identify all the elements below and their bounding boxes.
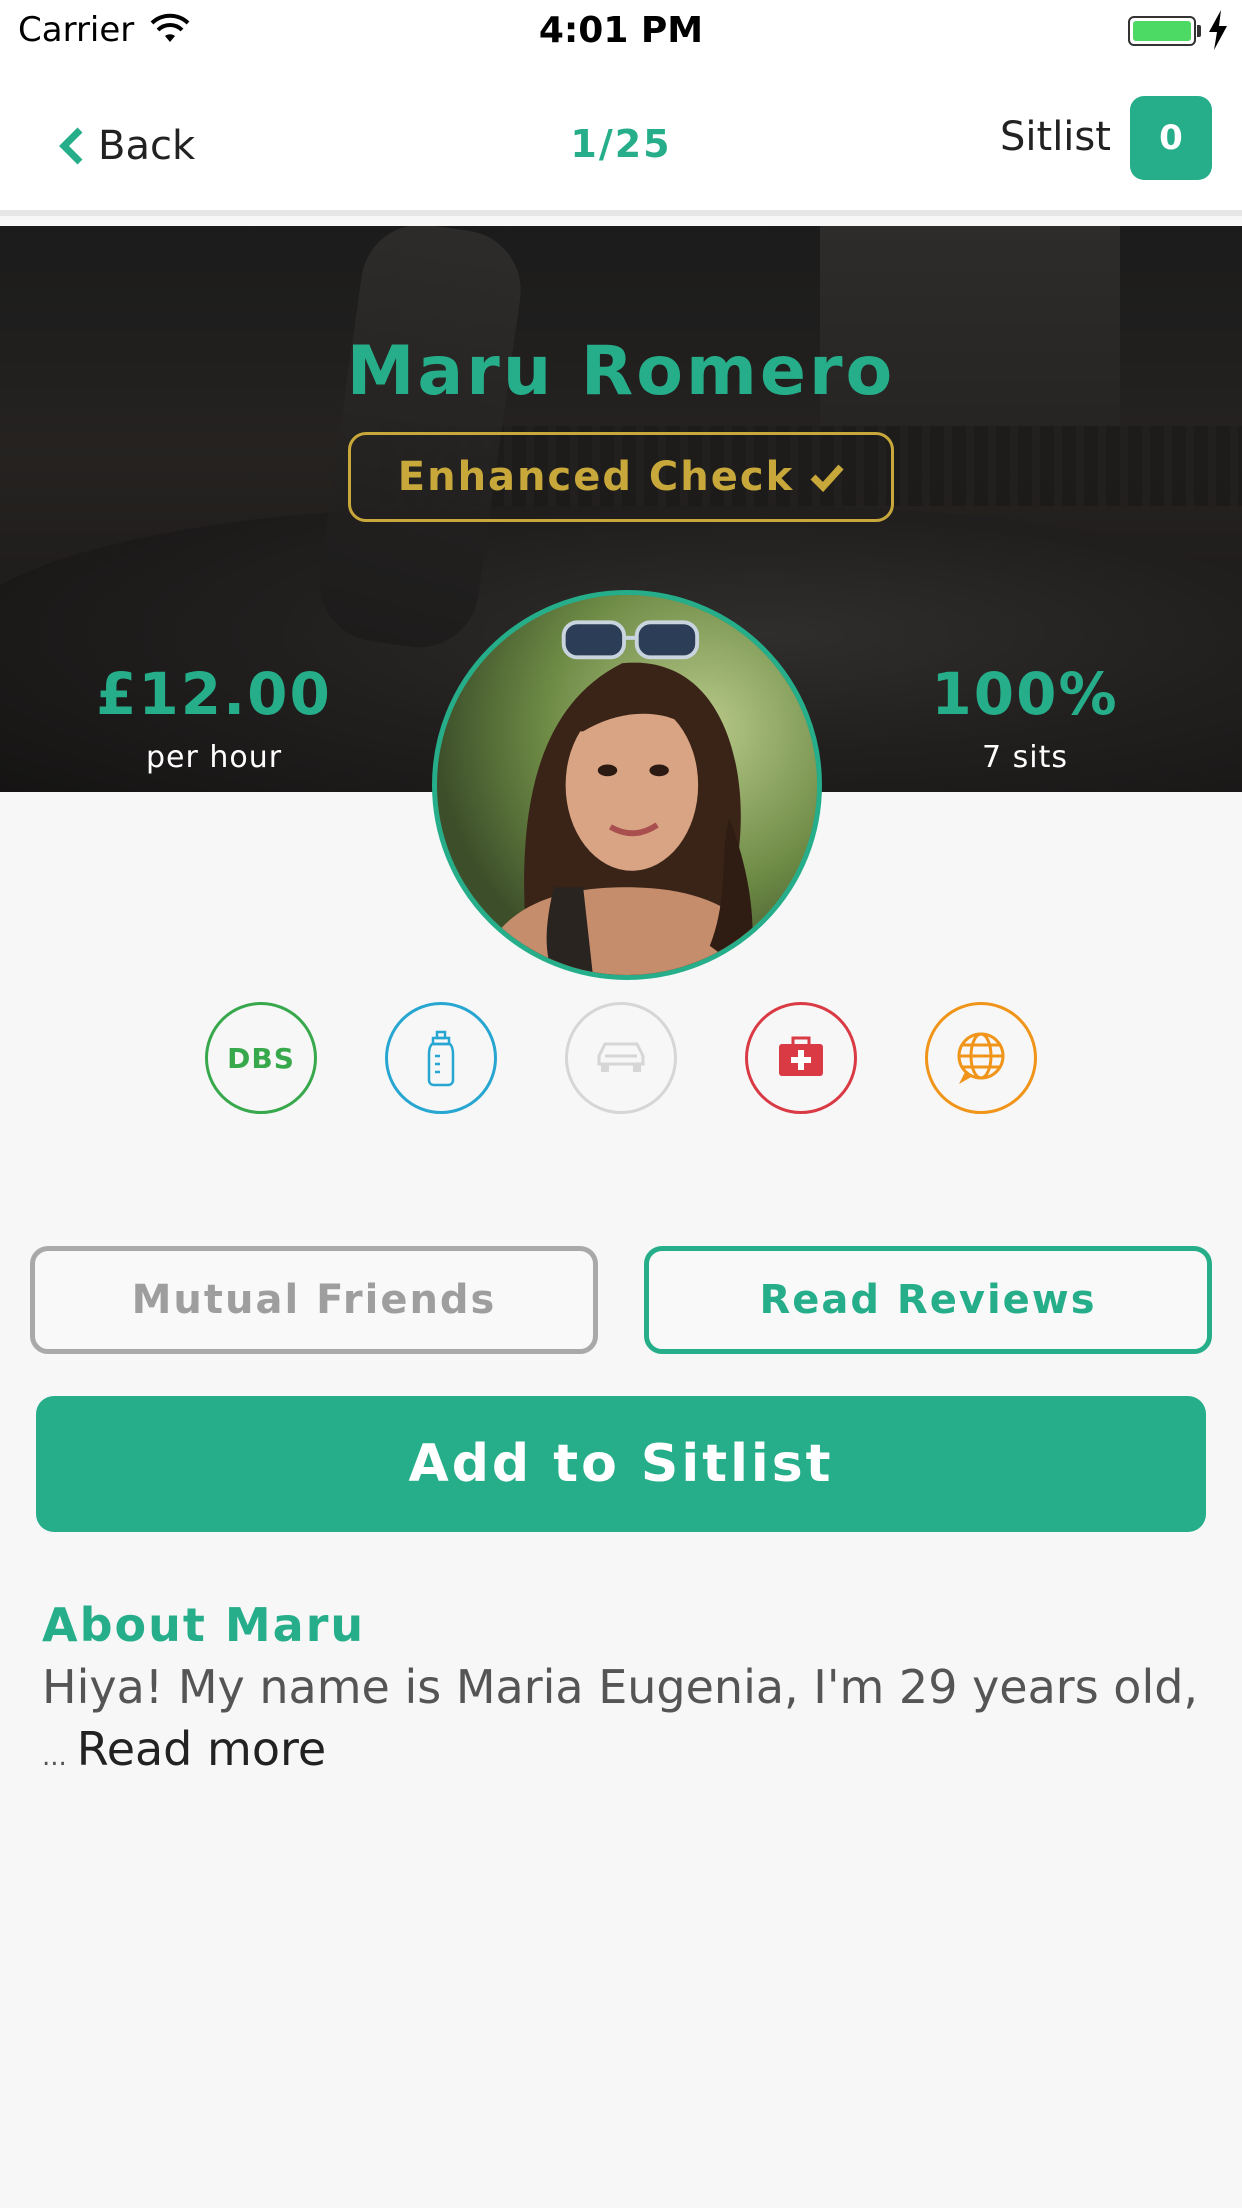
about-ellipsis: ... (42, 1742, 67, 1772)
sitter-name: Maru Romero (346, 332, 896, 411)
avatar-photo (437, 595, 817, 975)
battery-icon (1128, 16, 1196, 46)
read-more-link[interactable]: Read more (77, 1722, 326, 1776)
baby-bottle-icon (427, 1030, 455, 1087)
checkmark-icon (810, 464, 844, 492)
navigation-bar: Back 1/25 Sitlist 0 (0, 60, 1242, 216)
dbs-icon: DBS (227, 1041, 295, 1075)
add-to-sitlist-button[interactable]: Add to Sitlist (36, 1396, 1206, 1532)
enhanced-check-label: Enhanced Check (397, 454, 795, 500)
status-bar: Carrier 4:01 PM (0, 0, 1242, 60)
language-globe-icon (957, 1032, 1005, 1084)
read-reviews-button[interactable]: Read Reviews (644, 1246, 1212, 1354)
sitter-avatar (432, 590, 822, 980)
baby-bottle-badge[interactable] (385, 1002, 497, 1114)
about-read-more-row: ... Read more (42, 1718, 326, 1788)
about-text: Hiya! My name is Maria Eugenia, I'm 29 y… (42, 1660, 1199, 1714)
clock: 4:01 PM (538, 10, 704, 51)
first-aid-kit-icon (779, 1036, 823, 1076)
about-heading: About Maru (42, 1598, 366, 1652)
dbs-badge[interactable]: DBS (205, 1002, 317, 1114)
language-badge[interactable] (925, 1002, 1037, 1114)
sitlist-count-badge[interactable]: 0 (1130, 96, 1212, 180)
hourly-rate: £12.00 (96, 660, 332, 728)
mutual-friends-button[interactable]: Mutual Friends (30, 1246, 598, 1354)
enhanced-check-badge: Enhanced Check (348, 432, 894, 522)
first-aid-badge[interactable] (745, 1002, 857, 1114)
charging-bolt-icon (1209, 10, 1227, 50)
hourly-rate-unit: per hour (145, 740, 283, 775)
car-badge[interactable] (565, 1002, 677, 1114)
car-icon (597, 1042, 645, 1072)
sitlist-label[interactable]: Sitlist (1000, 114, 1111, 160)
rating-percentage: 100% (931, 660, 1119, 728)
sits-count: 7 sits (982, 740, 1068, 775)
